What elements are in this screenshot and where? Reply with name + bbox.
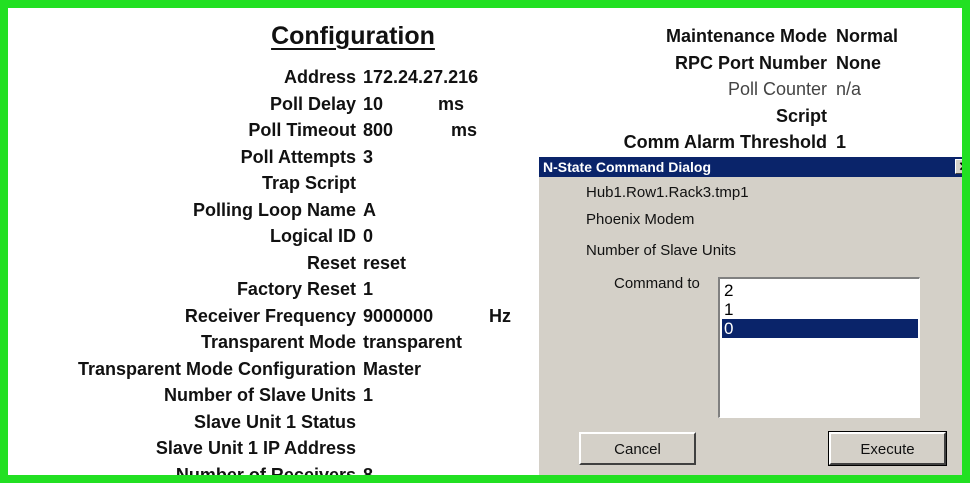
list-item-selected[interactable]: 0: [722, 319, 918, 338]
screenshot-frame: Configuration Address 172.24.27.216 Poll…: [0, 0, 970, 483]
config-row-transparent-mode-configuration: Transparent Mode Configuration: [8, 356, 356, 382]
config-row-transparent-mode: Transparent Mode: [8, 329, 356, 355]
right-label: Poll Counter: [727, 79, 827, 99]
config-value-factory-reset: 1: [363, 279, 374, 299]
config-value-address: 172.24.27.216: [363, 67, 479, 87]
config-row-poll-attempts: Poll Attempts: [8, 144, 356, 170]
config-label: Number of Slave Units: [163, 385, 356, 405]
command-to-label: Command to: [614, 275, 700, 292]
config-row-logical-id: Logical ID: [8, 223, 356, 249]
config-value-number-of-receivers: 8: [363, 465, 374, 483]
right-value-maintenance-mode: Normal: [836, 26, 899, 46]
config-row-poll-delay: Poll Delay: [8, 91, 356, 117]
right-row-poll-counter: Poll Counter: [548, 76, 827, 102]
config-row-poll-timeout: Poll Timeout: [8, 117, 356, 143]
config-row-slave-unit-1-status: Slave Unit 1 Status: [8, 409, 356, 435]
config-value-poll-delay: 10: [363, 94, 384, 114]
config-unit-poll-timeout: ms: [451, 120, 478, 140]
config-unit-poll-delay: ms: [438, 94, 465, 114]
config-row-trap-script: Trap Script: [8, 170, 356, 196]
config-row-receiver-frequency: Receiver Frequency: [8, 303, 356, 329]
config-value-polling-loop-name: A: [363, 200, 376, 220]
close-icon: ✕: [958, 159, 970, 174]
config-value-receiver-frequency: 9000000: [363, 306, 434, 326]
config-row-number-of-slave-units: Number of Slave Units: [8, 382, 356, 408]
right-label: Maintenance Mode: [665, 26, 827, 46]
right-value-poll-counter: n/a: [836, 79, 862, 99]
right-value-comm-alarm-threshold: 1: [836, 132, 847, 152]
config-label: Logical ID: [269, 226, 356, 246]
dialog-device: Phoenix Modem: [586, 211, 695, 228]
config-row-slave-unit-1-ip: Slave Unit 1 IP Address: [8, 435, 356, 461]
dialog-title: N-State Command Dialog: [543, 159, 712, 175]
config-value-reset: reset: [363, 253, 407, 273]
config-value-number-of-slave-units: 1: [363, 385, 374, 405]
config-label: Poll Delay: [269, 94, 356, 114]
dialog-parameter: Number of Slave Units: [586, 242, 737, 259]
execute-button[interactable]: Execute: [828, 431, 947, 466]
command-value-listbox[interactable]: 2 1 0: [718, 277, 920, 418]
config-row-polling-loop-name: Polling Loop Name: [8, 197, 356, 223]
config-value-transparent-mode: transparent: [363, 332, 463, 352]
cancel-button[interactable]: Cancel: [579, 432, 696, 465]
config-label: Transparent Mode Configuration: [77, 359, 356, 379]
config-row-factory-reset: Factory Reset: [8, 276, 356, 302]
config-value-poll-timeout: 800: [363, 120, 394, 140]
config-label: Transparent Mode: [200, 332, 356, 352]
config-row-reset: Reset: [8, 250, 356, 276]
right-row-rpc-port-number: RPC Port Number: [548, 50, 827, 76]
config-label: Slave Unit 1 IP Address: [155, 438, 356, 458]
n-state-command-dialog: N-State Command Dialog ✕ Hub1.Row1.Rack3…: [537, 155, 970, 475]
configuration-title: Configuration: [271, 22, 435, 50]
right-label: RPC Port Number: [674, 53, 827, 73]
config-value-logical-id: 0: [363, 226, 374, 246]
right-row-comm-alarm-threshold: Comm Alarm Threshold: [548, 129, 827, 155]
config-label: Receiver Frequency: [184, 306, 356, 326]
right-row-maintenance-mode: Maintenance Mode: [548, 23, 827, 49]
close-button[interactable]: ✕: [955, 159, 970, 174]
config-label: Address: [283, 67, 356, 87]
config-row-address: Address: [8, 64, 356, 90]
config-label: Poll Attempts: [240, 147, 356, 167]
config-unit-receiver-frequency: Hz: [489, 306, 511, 326]
config-label: Trap Script: [261, 173, 356, 193]
right-row-script: Script: [548, 103, 827, 129]
dialog-path: Hub1.Row1.Rack3.tmp1: [586, 184, 749, 201]
config-value-poll-attempts: 3: [363, 147, 374, 167]
config-label: Reset: [306, 253, 356, 273]
dialog-titlebar[interactable]: N-State Command Dialog ✕: [539, 157, 970, 177]
config-label: Poll Timeout: [248, 120, 356, 140]
right-label: Script: [775, 106, 827, 126]
config-row-number-of-receivers: Number of Receivers: [8, 462, 356, 483]
config-label: Polling Loop Name: [192, 200, 356, 220]
right-label: Comm Alarm Threshold: [623, 132, 827, 152]
right-value-rpc-port-number: None: [836, 53, 881, 73]
config-label: Slave Unit 1 Status: [193, 412, 356, 432]
list-item[interactable]: 2: [722, 281, 918, 300]
config-label: Number of Receivers: [175, 465, 356, 483]
config-label: Factory Reset: [236, 279, 356, 299]
config-value-transparent-mode-configuration: Master: [363, 359, 422, 379]
list-item[interactable]: 1: [722, 300, 918, 319]
